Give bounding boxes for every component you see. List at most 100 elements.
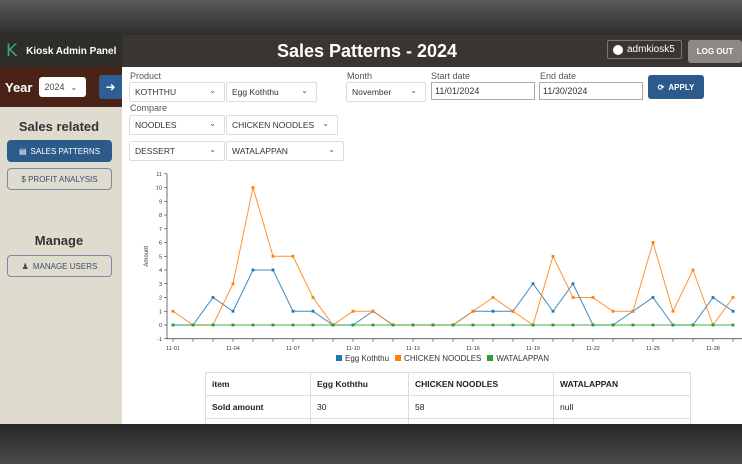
data-point (231, 323, 235, 327)
chevron-down-icon: ⌄ (209, 119, 216, 128)
data-point (291, 254, 295, 258)
arrow-right-icon[interactable]: ➜ (99, 75, 122, 99)
data-point (711, 296, 715, 299)
cell: null (553, 395, 691, 419)
legend-label: WATALAPPAN (496, 354, 550, 363)
data-point (251, 323, 255, 327)
data-point (311, 296, 315, 299)
data-point (251, 268, 255, 272)
data-point (471, 309, 475, 313)
summary-table: item Egg Koththu CHICKEN NOODLES WATALAP… (205, 372, 691, 424)
data-point (591, 323, 595, 327)
compare2-item-select[interactable]: WATALAPPAN ⌄ (226, 141, 344, 161)
data-point (691, 268, 695, 272)
cell (205, 418, 311, 424)
table-row (205, 418, 691, 424)
chart-legend: Egg Koththu CHICKEN NOODLES WATALAPPAN (336, 354, 549, 363)
x-tick-label: 11-19 (526, 346, 540, 352)
data-point (551, 309, 555, 313)
sales-patterns-button[interactable]: ▤ SALES PATTERNS (7, 140, 112, 162)
data-point (511, 323, 515, 327)
start-date-input[interactable]: 11/01/2024 (431, 82, 535, 100)
data-point (491, 323, 495, 327)
sales-heading: Sales related (18, 119, 100, 134)
data-point (211, 296, 215, 299)
data-point (271, 268, 275, 272)
end-date-label: End date (540, 71, 577, 81)
data-point (651, 323, 655, 327)
y-tick-label: 7 (159, 227, 162, 233)
legend-item[interactable]: CHICKEN NOODLES (395, 354, 481, 363)
data-point (731, 296, 735, 299)
year-value: 2024 (44, 82, 65, 92)
x-tick-label: 11-01 (166, 346, 180, 352)
data-point (651, 296, 655, 299)
label: APPLY (668, 82, 695, 92)
y-tick-label: 0 (159, 323, 162, 329)
data-point (571, 296, 575, 299)
data-point (271, 254, 275, 258)
users-icon: ♟ (21, 261, 29, 271)
app-window: K Kiosk Admin Panel Sales Patterns - 2024… (0, 35, 742, 424)
legend-swatch (487, 355, 494, 361)
cell (408, 418, 554, 424)
legend-item[interactable]: WATALAPPAN (487, 354, 549, 363)
end-date-input[interactable]: 11/30/2024 (539, 82, 643, 100)
brand-name: Kiosk Admin Panel (26, 45, 117, 57)
logout-button[interactable]: LOG OUT (688, 40, 742, 63)
product-category-select[interactable]: KOTHTHU ⌄ (129, 82, 225, 102)
cell: Sold amount (205, 395, 311, 419)
month-select[interactable]: November ⌄ (346, 82, 426, 102)
user-badge[interactable]: admkiosk5 (607, 40, 682, 59)
data-point (631, 323, 635, 327)
table-row: Sold amount 30 58 null (205, 395, 691, 419)
y-axis-label: Amount (144, 246, 150, 267)
legend-item[interactable]: Egg Koththu (336, 354, 389, 363)
compare1-category-select[interactable]: NOODLES ⌄ (129, 115, 225, 135)
value: NOODLES (135, 120, 177, 130)
chevron-down-icon: ⌄ (70, 82, 78, 92)
manage-users-button[interactable]: ♟ MANAGE USERS (7, 255, 112, 277)
data-point (171, 323, 175, 327)
y-tick-label: -1 (157, 337, 162, 343)
data-point (571, 323, 575, 327)
apply-button[interactable]: ⟳ APPLY (648, 75, 704, 99)
header-cell: item (205, 372, 311, 396)
compare1-item-select[interactable]: CHICKEN NOODLES ⌄ (226, 115, 338, 135)
data-point (451, 323, 455, 327)
y-tick-label: 5 (159, 254, 162, 260)
data-point (311, 309, 315, 313)
chevron-down-icon: ⌄ (209, 86, 216, 95)
data-point (251, 186, 255, 189)
legend-label: Egg Koththu (345, 354, 390, 363)
x-tick-label: 11-25 (646, 346, 660, 352)
data-point (231, 309, 235, 313)
data-point (711, 323, 715, 327)
year-select[interactable]: 2024 ⌄ (39, 77, 87, 97)
data-point (671, 309, 675, 313)
profit-analysis-button[interactable]: $ PROFIT ANALYSIS (7, 168, 112, 190)
legend-swatch (395, 355, 402, 361)
chevron-down-icon: ⌄ (328, 145, 335, 154)
data-point (591, 296, 595, 299)
product-item-select[interactable]: Egg Koththu ⌄ (226, 82, 317, 102)
y-tick-label: 2 (159, 296, 162, 302)
logo-icon: K (6, 41, 18, 61)
data-point (491, 309, 495, 313)
top-bar: K Kiosk Admin Panel Sales Patterns - 2024… (0, 35, 742, 67)
chevron-down-icon: ⌄ (301, 86, 308, 95)
data-point (211, 323, 215, 327)
compare2-category-select[interactable]: DESSERT ⌄ (129, 141, 225, 161)
data-point (471, 323, 475, 327)
user-icon (613, 44, 623, 55)
year-bar: Year 2024 ⌄ ➜ (0, 67, 122, 107)
data-point (491, 296, 495, 299)
data-point (351, 309, 355, 313)
compare-label: Compare (130, 103, 168, 113)
x-tick-label: 11-10 (346, 346, 360, 352)
data-point (731, 323, 735, 327)
cell (553, 418, 691, 424)
x-tick-label: 11-13 (406, 346, 420, 352)
legend-label: CHICKEN NOODLES (404, 354, 482, 363)
cell (310, 418, 409, 424)
